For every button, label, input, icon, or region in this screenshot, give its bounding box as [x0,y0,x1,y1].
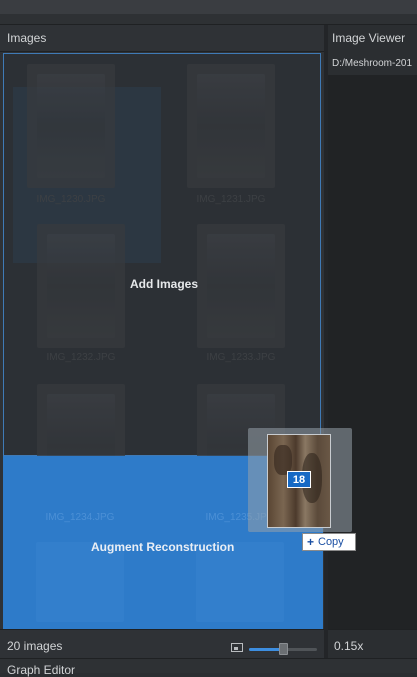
add-images-label: Add Images [130,277,199,291]
image-viewer-footer: 0.15x [328,629,417,659]
plus-icon: + [307,535,315,549]
top-toolbar [0,0,417,14]
toolbar-divider [0,14,417,25]
images-panel: Images IMG_1230.JPG IMG_1231.JPG IMG_123… [0,25,324,659]
copy-tooltip: + Copy [302,533,356,551]
image-thumbnail[interactable] [187,64,275,188]
thumbnail-label: IMG_1234.JPG [45,512,115,523]
image-thumbnail[interactable] [197,224,285,348]
copy-label: Copy [318,536,344,548]
images-panel-header: Images [0,25,324,52]
image-path: D:/Meshroom-201 [332,58,413,69]
add-images-dropzone[interactable]: IMG_1230.JPG IMG_1231.JPG IMG_1232.JPG I… [3,53,321,508]
thumbnail-size-icon [231,643,243,652]
images-panel-footer: 20 images [0,629,324,659]
thumbnail-label: IMG_1232.JPG [46,352,116,363]
thumbnail-label: IMG_1230.JPG [36,194,106,205]
image-viewer-title: Image Viewer [332,31,406,45]
drag-count-badge: 18 [287,471,311,488]
image-thumbnail[interactable] [27,64,115,188]
drag-preview: 18 [248,428,352,532]
image-count: 20 images [7,639,63,653]
image-thumbnail[interactable] [36,542,124,622]
graph-editor-header: Graph Editor [0,658,417,677]
graph-editor-title: Graph Editor [7,663,76,677]
image-viewer-panel: Image Viewer D:/Meshroom-201 0.15x [328,25,417,658]
image-thumbnail[interactable] [37,224,125,348]
zoom-level: 0.15x [334,639,364,653]
thumbnail-size-slider[interactable] [249,643,317,655]
thumbnail-label: IMG_1231.JPG [196,194,266,205]
image-thumbnail[interactable] [196,542,284,622]
images-panel-title: Images [7,31,47,45]
slider-handle[interactable] [279,643,288,655]
augment-reconstruction-label: Augment Reconstruction [91,540,235,554]
thumbnail-label: IMG_1233.JPG [206,352,276,363]
slider-fill [249,648,283,651]
